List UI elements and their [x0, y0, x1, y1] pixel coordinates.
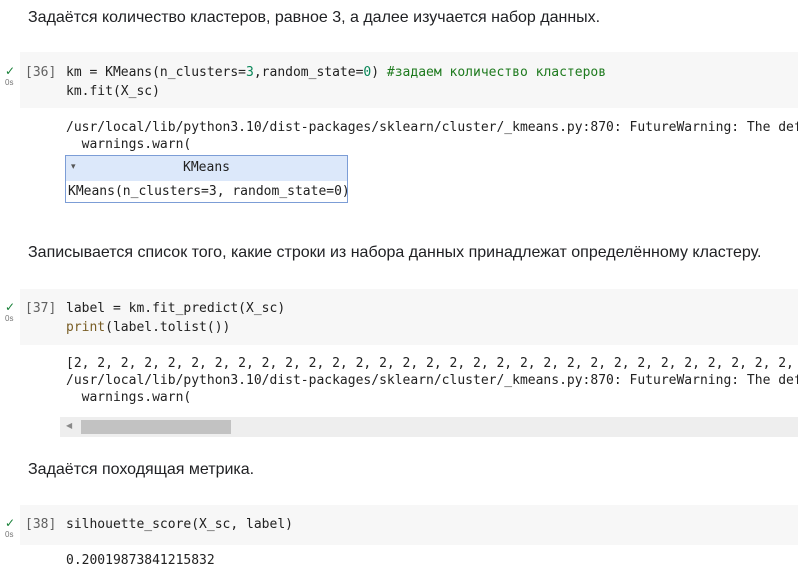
code-line[interactable]: km = KMeans(n_clusters=3,random_state=0)… — [66, 65, 606, 80]
warning-output: /usr/local/lib/python3.10/dist-packages/… — [66, 120, 798, 135]
exec-time: 0s — [5, 314, 14, 323]
code-number: 3 — [246, 65, 254, 80]
labels-output: [2, 2, 2, 2, 2, 2, 2, 2, 2, 2, 2, 2, 2, … — [66, 356, 798, 371]
estimator-repr: KMeans(n_clusters=3, random_state=0) — [68, 184, 350, 199]
code-line[interactable]: print(label.tolist()) — [66, 320, 230, 335]
code-line[interactable]: km.fit(X_sc) — [66, 84, 160, 99]
markdown-cell-metric: Задаётся походящая метрика. — [28, 461, 255, 478]
warning-output: /usr/local/lib/python3.10/dist-packages/… — [66, 373, 798, 388]
execution-count: [38] — [25, 517, 57, 532]
warning-output: warnings.warn( — [66, 137, 192, 152]
markdown-cell-labels: Записывается список того, какие строки и… — [28, 244, 762, 261]
estimator-widget[interactable]: ▾ KMeans KMeans(n_clusters=3, random_sta… — [65, 155, 350, 203]
execution-count: [36] — [25, 65, 57, 80]
code-comment: #задаем количество кластеров — [386, 65, 607, 80]
code-cell-36[interactable] — [20, 52, 798, 108]
code-cell-37[interactable] — [20, 289, 798, 345]
horizontal-scrollbar[interactable]: ◀ — [60, 417, 798, 437]
code-token: (label.tolist()) — [105, 320, 231, 335]
success-check-icon: ✓ — [5, 300, 16, 314]
warning-output: warnings.warn( — [66, 390, 192, 405]
code-token: ) — [371, 65, 387, 80]
execution-count: [37] — [25, 301, 57, 316]
success-check-icon: ✓ — [5, 516, 16, 530]
exec-time: 0s — [5, 78, 14, 87]
exec-time: 0s — [5, 530, 14, 539]
success-check-icon: ✓ — [5, 64, 16, 78]
code-token: km = KMeans(n_clusters= — [66, 65, 247, 80]
score-output: 0.20019873841215832 — [66, 553, 215, 568]
code-function: print — [66, 320, 106, 335]
scroll-left-icon[interactable]: ◀ — [66, 421, 72, 430]
code-token: ,random_state= — [253, 65, 364, 80]
scrollbar-thumb[interactable] — [81, 420, 231, 434]
estimator-header[interactable]: ▾ KMeans — [66, 156, 347, 181]
markdown-cell-clusters: Задаётся количество кластеров, равное 3,… — [28, 9, 601, 26]
code-line[interactable]: silhouette_score(X_sc, label) — [66, 517, 293, 532]
estimator-title: KMeans — [183, 160, 230, 175]
code-line[interactable]: label = km.fit_predict(X_sc) — [66, 301, 285, 316]
